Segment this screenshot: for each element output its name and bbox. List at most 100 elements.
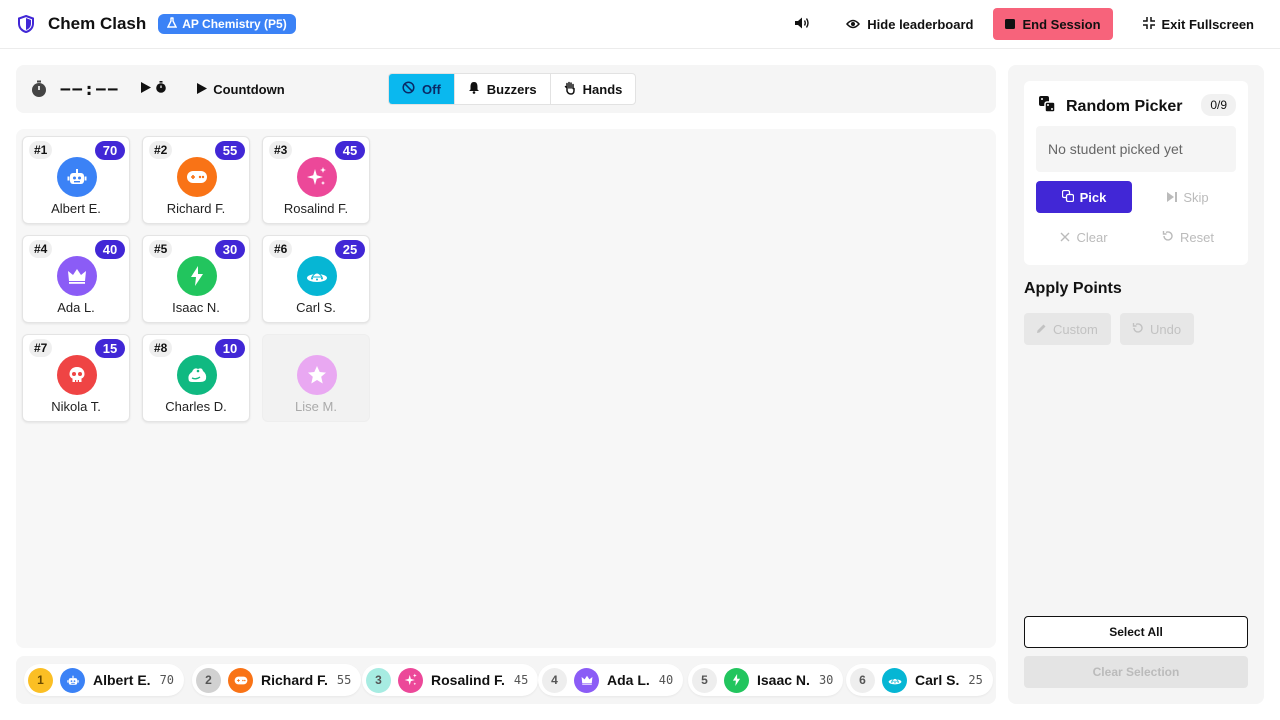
student-rank: #2 [149,141,173,159]
student-card[interactable]: #4 40 Ada L. [22,235,130,323]
student-card[interactable]: #7 15 Nikola T. [22,334,130,422]
leaderboard-name: Ada L. [607,672,650,688]
student-rank: #5 [149,240,173,258]
random-picker-title: Random Picker [1066,97,1183,115]
rotate-ccw-icon [1162,230,1174,245]
avatar [57,157,97,197]
bell-icon [468,81,480,97]
eye-icon [846,17,861,32]
skip-forward-icon [1167,190,1178,205]
student-card[interactable]: #1 70 Albert E. [22,136,130,224]
student-rank: #6 [269,240,293,258]
student-score-badge: 45 [335,141,365,160]
student-name: Rosalind F. [283,201,349,216]
student-card[interactable]: #5 30 Isaac N. [142,235,250,323]
clear-label: Clear [1076,229,1108,245]
student-name: Charles D. [165,399,227,414]
mode-off-button[interactable]: Off [389,74,455,104]
hide-leaderboard-button[interactable]: Hide leaderboard [836,8,983,40]
avatar [228,667,253,693]
app-title: Chem Clash [48,14,147,33]
gamepad-icon [186,170,208,184]
leaderboard-score: 30 [818,673,834,687]
leaderboard-score: 40 [658,673,674,687]
end-session-button[interactable]: End Session [993,8,1113,40]
close-icon [1060,230,1070,245]
undo-points-button[interactable]: Undo [1120,313,1194,345]
countdown-button[interactable]: Countdown [197,82,285,97]
sound-toggle-button[interactable] [794,8,810,40]
student-card[interactable]: #6 25 Carl S. [262,235,370,323]
pick-label: Pick [1079,189,1107,205]
class-badge-label: AP Chemistry (P5) [182,17,287,31]
leaderboard-strip: 1 Albert E. 70 2 Richard F. 55 3 Rosalind F. 45 4… [16,656,996,704]
gamepad-icon [234,676,248,685]
ban-icon [402,81,415,97]
top-bar: Chem Clash AP Chemistry (P5) Hide leader… [0,0,1280,49]
avatar [177,157,217,197]
student-rank: #3 [269,141,293,159]
play-icon [141,80,152,98]
clear-selection-button[interactable]: Clear Selection [1024,656,1248,688]
avatar [724,667,749,693]
end-session-label: End Session [1022,16,1101,32]
picked-count-badge: 0/9 [1201,94,1236,116]
main-panel: −−:−− Countdown Off Buzzers Hands #1 70 … [16,65,996,648]
student-card[interactable]: #8 10 Charles D. [142,334,250,422]
select-all-button[interactable]: Select All [1024,616,1248,648]
student-name: Carl S. [296,300,336,315]
leaderboard-score: 45 [513,673,529,687]
avatar [574,667,599,693]
response-mode-toggle: Off Buzzers Hands [388,73,637,105]
leaderboard-item: 3 Rosalind F. 45 [362,664,539,696]
avatar [882,667,907,693]
timer-display: −−:−− [60,78,120,100]
student-rank: #8 [149,339,173,357]
class-badge[interactable]: AP Chemistry (P5) [158,14,296,34]
leaderboard-item: 2 Richard F. 55 [192,664,362,696]
robot-icon [66,675,79,686]
custom-points-button[interactable]: Custom [1024,313,1111,345]
mode-buzzers-label: Buzzers [486,81,537,97]
avatar [297,355,337,395]
reset-label: Reset [1180,229,1214,245]
mode-off-label: Off [422,81,441,97]
leaderboard-item: 6 Carl S. 25 [846,664,993,696]
student-card[interactable]: #3 45 Rosalind F. [262,136,370,224]
start-stopwatch-button[interactable] [141,80,167,98]
leaderboard-item: 1 Albert E. 70 [24,664,185,696]
avatar [297,157,337,197]
student-rank: #4 [29,240,53,258]
apply-points-title: Apply Points [1024,280,1122,297]
student-card[interactable]: Lise M. [262,334,370,422]
mode-buzzers-button[interactable]: Buzzers [455,74,551,104]
leaderboard-score: 25 [968,673,983,687]
student-name: Albert E. [51,201,101,216]
avatar [297,256,337,296]
student-score-badge: 15 [95,339,125,358]
clear-button[interactable]: Clear [1036,221,1132,253]
robot-icon [67,168,87,186]
student-card[interactable]: #2 55 Richard F. [142,136,250,224]
leaderboard-name: Richard F. [261,672,328,688]
leaderboard-rank: 1 [28,667,53,693]
leaderboard-score: 70 [159,673,175,687]
bolt-icon [732,674,741,686]
pick-button[interactable]: Pick [1036,181,1132,213]
exit-fullscreen-button[interactable]: Exit Fullscreen [1131,8,1264,40]
exit-fullscreen-label: Exit Fullscreen [1161,16,1254,32]
leaderboard-name: Carl S. [915,672,960,688]
avatar [60,667,85,693]
star-icon [307,365,327,385]
play-icon [197,82,208,97]
reset-button[interactable]: Reset [1140,221,1236,253]
student-score-badge: 30 [215,240,245,259]
student-score-badge: 55 [215,141,245,160]
student-grid: #1 70 Albert E. #2 55 Richard F. #3 45 Rosalind … [16,129,996,648]
mode-hands-button[interactable]: Hands [551,74,636,104]
crown-icon [67,268,87,284]
hand-icon [564,81,576,98]
skip-button[interactable]: Skip [1140,181,1236,213]
skip-label: Skip [1183,189,1209,205]
avatar [57,355,97,395]
